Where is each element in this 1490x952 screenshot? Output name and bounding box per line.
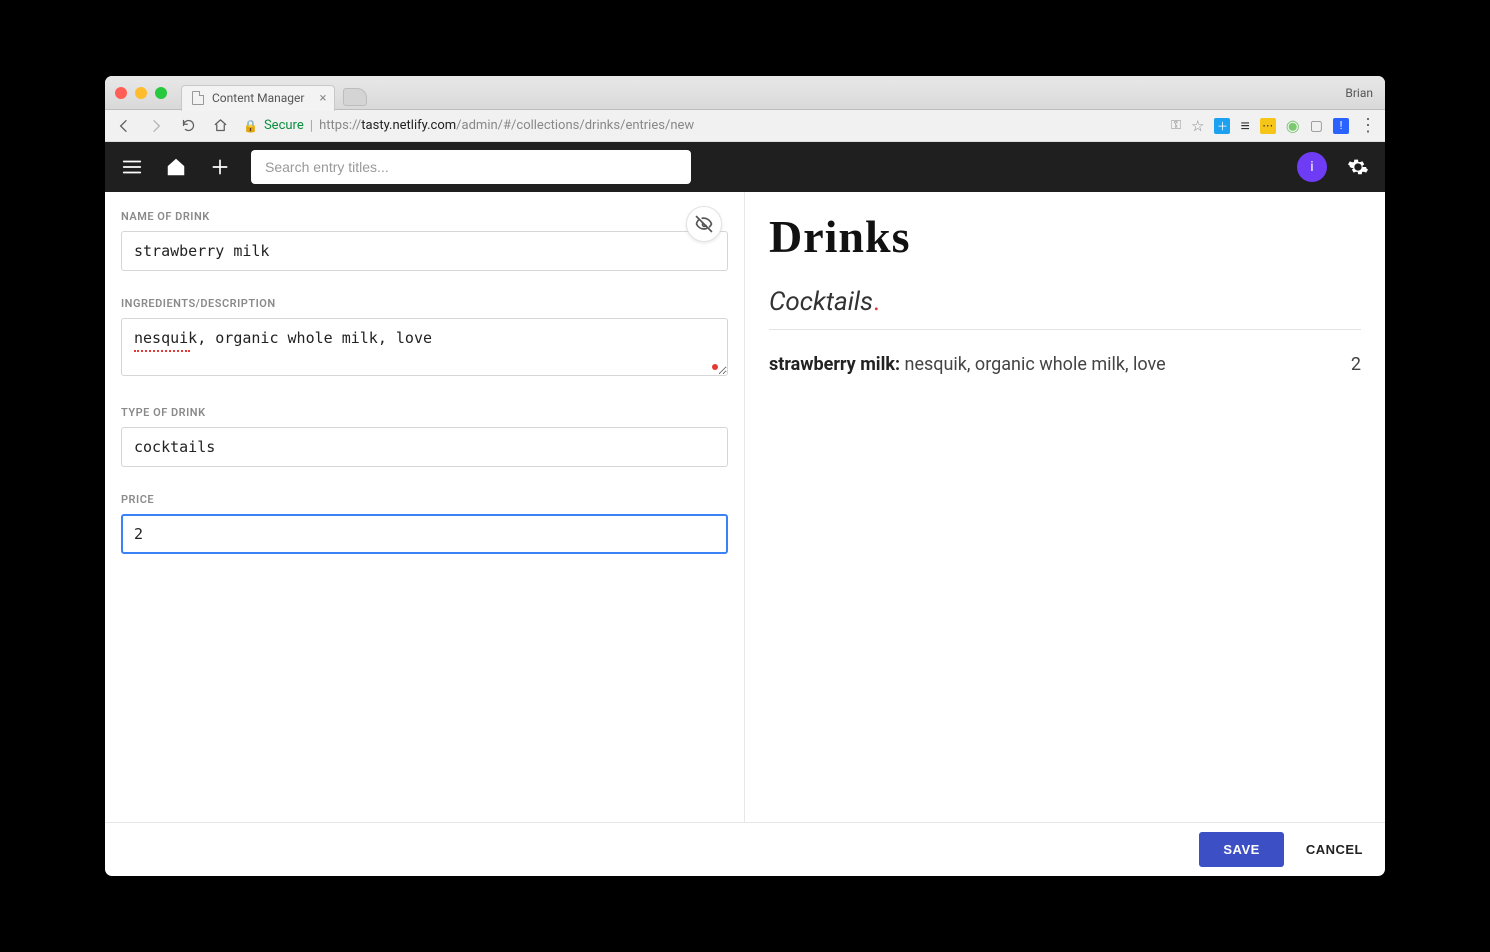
address-field[interactable]: 🔒 Secure | https://tasty.netlify.com/adm… [243, 118, 1157, 134]
url-text: https://tasty.netlify.com/admin/#/collec… [319, 118, 694, 133]
lock-icon: 🔒 [243, 119, 258, 133]
price-input[interactable] [121, 514, 728, 554]
settings-button[interactable] [1345, 154, 1371, 180]
preview-category: Cocktails. [769, 287, 1361, 317]
content: NAME OF DRINK INGREDIENTS/DESCRIPTION TY… [105, 192, 1385, 822]
footer: SAVE CANCEL [105, 822, 1385, 876]
menu-button[interactable] [119, 154, 145, 180]
reload-button[interactable] [179, 118, 197, 133]
window-controls [115, 87, 167, 99]
form-pane: NAME OF DRINK INGREDIENTS/DESCRIPTION TY… [105, 192, 745, 822]
forward-button[interactable] [147, 118, 165, 134]
chrome-menu-icon[interactable]: ⋮ [1359, 115, 1375, 136]
divider [769, 329, 1361, 330]
maximize-window-button[interactable] [155, 87, 167, 99]
visibility-toggle[interactable] [686, 206, 722, 242]
back-button[interactable] [115, 118, 133, 134]
spellcheck-underline [134, 350, 190, 352]
home-button[interactable] [211, 118, 229, 133]
save-button[interactable]: SAVE [1199, 832, 1283, 867]
extension-icons: ⚿ ☆ ＋ ≡ ⋯ ◉ ▢ ! ⋮ [1171, 115, 1375, 136]
titlebar: Content Manager × Brian [105, 76, 1385, 110]
avatar[interactable]: i [1297, 152, 1327, 182]
buffer-icon[interactable]: ≡ [1240, 116, 1249, 136]
field-label: NAME OF DRINK [121, 210, 728, 223]
browser-profile-name[interactable]: Brian [1345, 86, 1373, 100]
secure-label: Secure [264, 118, 304, 133]
url-bar: 🔒 Secure | https://tasty.netlify.com/adm… [105, 110, 1385, 142]
app-header: i [105, 142, 1385, 192]
extension-icon[interactable]: ＋ [1214, 118, 1230, 134]
field-label: INGREDIENTS/DESCRIPTION [121, 297, 728, 310]
search-input[interactable] [251, 150, 691, 184]
field-label: TYPE OF DRINK [121, 406, 728, 419]
home-icon-button[interactable] [163, 154, 189, 180]
preview-item-row: strawberry milk: nesquik, organic whole … [769, 354, 1361, 375]
type-input[interactable] [121, 427, 728, 467]
preview-pane: Drinks Cocktails. strawberry milk: nesqu… [745, 192, 1385, 822]
cast-icon[interactable]: ▢ [1310, 118, 1323, 134]
browser-tab[interactable]: Content Manager × [181, 85, 335, 111]
field-name: NAME OF DRINK [121, 210, 728, 271]
preview-heading: Drinks [769, 210, 1361, 263]
field-type: TYPE OF DRINK [121, 406, 728, 467]
star-icon[interactable]: ☆ [1191, 117, 1204, 135]
browser-window: Content Manager × Brian 🔒 Secure | https… [105, 76, 1385, 876]
preview-item-name: strawberry milk: [769, 354, 900, 375]
document-icon [192, 91, 204, 105]
extension-icon[interactable]: ⋯ [1260, 118, 1276, 134]
name-input[interactable] [121, 231, 728, 271]
field-price: PRICE [121, 493, 728, 554]
field-ingredients: INGREDIENTS/DESCRIPTION [121, 297, 728, 380]
unsaved-indicator-icon [712, 364, 718, 370]
extension-icon[interactable]: ◉ [1286, 116, 1300, 135]
tab-title: Content Manager [212, 91, 304, 105]
cancel-button[interactable]: CANCEL [1306, 842, 1363, 857]
preview-item-price: 2 [1351, 354, 1361, 375]
key-icon[interactable]: ⚿ [1171, 118, 1181, 133]
close-window-button[interactable] [115, 87, 127, 99]
add-button[interactable] [207, 154, 233, 180]
preview-item-desc: nesquik, organic whole milk, love [905, 354, 1166, 375]
ingredients-input[interactable] [121, 318, 728, 376]
extension-icon[interactable]: ! [1333, 118, 1349, 134]
close-tab-icon[interactable]: × [319, 91, 326, 106]
minimize-window-button[interactable] [135, 87, 147, 99]
field-label: PRICE [121, 493, 728, 506]
new-tab-button[interactable] [343, 88, 367, 106]
